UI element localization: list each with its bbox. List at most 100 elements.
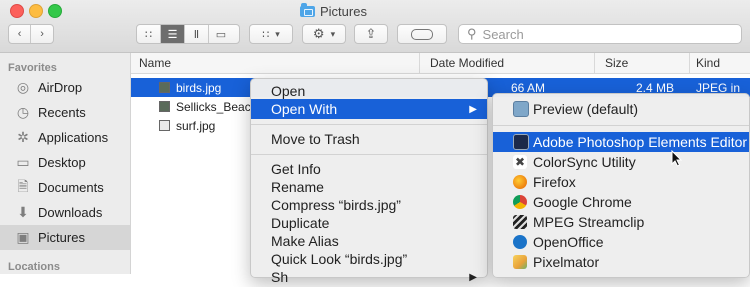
edit-tags-button[interactable]: [397, 24, 447, 44]
open-with-photoshop-elements[interactable]: Adobe Photoshop Elements Editor: [493, 132, 749, 152]
search-placeholder: Search: [482, 26, 524, 42]
menu-item-open[interactable]: Open: [251, 81, 487, 101]
submenu-arrow-icon: ▶: [469, 103, 477, 115]
menu-item-label: Adobe Photoshop Elements Editor: [533, 134, 748, 150]
sidebar-item-downloads[interactable]: ⬇ Downloads: [0, 200, 130, 225]
menu-item-label: Google Chrome: [533, 194, 632, 210]
list-view-button[interactable]: ☰: [161, 25, 185, 43]
menu-item-duplicate[interactable]: Duplicate: [251, 213, 487, 233]
minimize-window-button[interactable]: [29, 4, 43, 18]
menu-item-make-alias[interactable]: Make Alias: [251, 231, 487, 251]
column-header-size[interactable]: Size: [594, 53, 689, 74]
menu-item-label: Open With: [271, 101, 338, 117]
column-header-label: Date Modified: [430, 56, 505, 70]
menu-item-compress[interactable]: Compress “birds.jpg”: [251, 195, 487, 215]
image-file-icon: [159, 101, 170, 112]
preview-icon: [513, 101, 529, 117]
sidebar-item-desktop[interactable]: ▭ Desktop: [0, 150, 130, 175]
clock-icon: ◷: [16, 104, 30, 120]
search-icon: ⚲: [467, 26, 477, 41]
action-button[interactable]: ⚙ ▾: [302, 24, 346, 44]
airdrop-icon: ◎: [16, 79, 30, 95]
open-with-pixelmator[interactable]: Pixelmator: [493, 252, 749, 272]
tag-icon: [411, 28, 433, 40]
open-with-mpeg-streamclip[interactable]: MPEG Streamclip: [493, 212, 749, 232]
mouse-pointer-icon: [671, 150, 683, 167]
open-with-colorsync[interactable]: ✖ ColorSync Utility: [493, 152, 749, 172]
group-by-button[interactable]: ∷ ▾: [249, 24, 293, 44]
clapperboard-icon: [513, 215, 527, 229]
menu-item-label: OpenOffice: [533, 234, 604, 250]
sidebar-item-pictures[interactable]: ▣ Pictures: [0, 225, 130, 250]
column-header-label: Name: [139, 56, 172, 70]
menu-item-label: Firefox: [533, 174, 576, 190]
sidebar-item-label: Pictures: [38, 230, 85, 245]
open-with-firefox[interactable]: Firefox: [493, 172, 749, 192]
desktop-icon: ▭: [16, 154, 30, 170]
gallery-view-button[interactable]: ▭: [209, 25, 233, 43]
menu-item-rename[interactable]: Rename: [251, 177, 487, 197]
file-name: Sellicks_Beach: [176, 99, 258, 114]
chrome-icon: [513, 195, 527, 209]
column-header-label: Kind: [696, 56, 721, 70]
menu-item-open-with[interactable]: Open With ▶: [251, 99, 487, 119]
menu-separator: [493, 125, 749, 126]
columns-icon: Ⅱ: [193, 28, 200, 41]
menu-item-move-to-trash[interactable]: Move to Trash: [251, 129, 487, 149]
image-file-icon: [159, 120, 170, 131]
sidebar-item-recents[interactable]: ◷ Recents: [0, 100, 130, 125]
sidebar-item-documents[interactable]: 🗎 Documents: [0, 175, 130, 200]
firefox-icon: [513, 175, 527, 189]
column-view-button[interactable]: Ⅱ: [185, 25, 209, 43]
sidebar-item-airdrop[interactable]: ◎ AirDrop: [0, 75, 130, 100]
chevron-down-icon: ▾: [275, 28, 280, 39]
sidebar-item-label: Documents: [38, 180, 104, 195]
menu-item-get-info[interactable]: Get Info: [251, 159, 487, 179]
open-with-chrome[interactable]: Google Chrome: [493, 192, 749, 212]
file-name: surf.jpg: [176, 118, 216, 133]
close-window-button[interactable]: [10, 4, 24, 18]
window-title-label: Pictures: [320, 3, 367, 19]
sidebar-item-label: Recents: [38, 105, 86, 120]
menu-separator: [251, 124, 487, 125]
openoffice-icon: [513, 235, 527, 249]
open-with-preview[interactable]: Preview (default): [493, 99, 749, 119]
download-icon: ⬇: [17, 204, 29, 220]
back-button[interactable]: ‹: [9, 25, 32, 43]
menu-item-label: Sh: [271, 269, 289, 285]
chevron-down-icon: ▾: [330, 28, 336, 39]
gear-icon: ⚙: [312, 26, 325, 41]
share-button[interactable]: ⇪: [354, 24, 388, 44]
sidebar-item-label: AirDrop: [38, 80, 83, 95]
chevron-right-icon: ›: [40, 28, 44, 40]
sidebar-item-label: Downloads: [38, 205, 103, 220]
icon-view-button[interactable]: ∷: [137, 25, 161, 43]
gallery-icon: ▭: [215, 28, 227, 41]
sidebar-item-label: Desktop: [38, 155, 86, 170]
column-header-date[interactable]: Date Modified: [419, 53, 594, 74]
search-field[interactable]: ⚲ Search: [458, 24, 742, 44]
menu-item-label: ColorSync Utility: [533, 154, 636, 170]
menu-item-label: Preview (default): [533, 101, 639, 117]
sidebar-favorites-heading: Favorites: [8, 62, 57, 74]
applications-icon: ✲: [17, 129, 29, 145]
file-name: birds.jpg: [176, 80, 222, 95]
grid-icon: ∷: [145, 28, 152, 41]
column-header-name[interactable]: Name: [131, 53, 419, 74]
menu-item-label: MPEG Streamclip: [533, 214, 645, 230]
column-header-label: Size: [605, 56, 629, 70]
document-icon: 🗎: [17, 177, 29, 194]
column-header-kind[interactable]: Kind: [689, 53, 750, 74]
menu-item-share[interactable]: Sh ▶: [251, 267, 487, 287]
share-icon: ⇪: [365, 26, 377, 41]
zoom-window-button[interactable]: [48, 4, 62, 18]
menu-item-quick-look[interactable]: Quick Look “birds.jpg”: [251, 249, 487, 269]
back-forward-control: ‹ ›: [8, 24, 54, 44]
grid-icon: ∷: [262, 28, 270, 41]
forward-button[interactable]: ›: [31, 25, 53, 43]
open-with-openoffice[interactable]: OpenOffice: [493, 232, 749, 252]
sidebar-item-applications[interactable]: ✲ Applications: [0, 125, 130, 150]
chevron-left-icon: ‹: [17, 28, 22, 40]
photoshop-elements-icon: [513, 134, 529, 150]
window-title: Pictures: [300, 2, 367, 19]
